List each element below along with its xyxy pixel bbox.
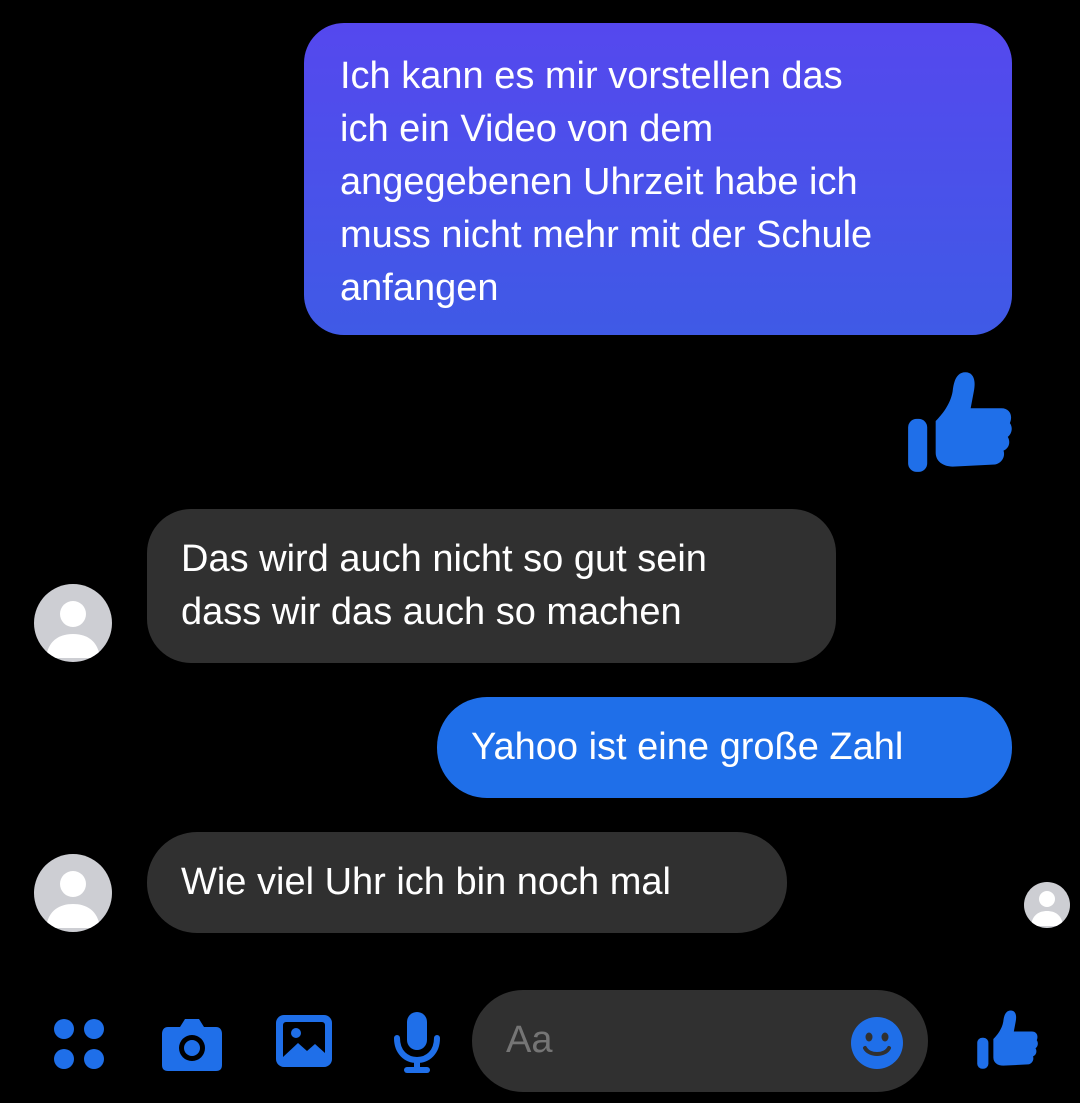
gallery-icon[interactable] (274, 1013, 334, 1069)
thumbs-up-icon (908, 372, 1012, 472)
message-input[interactable] (506, 1019, 826, 1062)
message-composer[interactable] (472, 990, 928, 1092)
sent-message-bubble[interactable]: Yahoo ist eine große Zahl (437, 697, 1012, 798)
apps-icon[interactable] (50, 1015, 110, 1075)
person-icon (46, 601, 100, 658)
microphone-icon[interactable] (392, 1010, 442, 1074)
received-message-bubble[interactable]: Das wird auch nicht so gut sein dass wir… (147, 509, 836, 663)
person-icon (46, 871, 100, 928)
emoji-icon[interactable] (850, 1016, 904, 1070)
sent-message-bubble[interactable]: Ich kann es mir vorstellen das ich ein V… (304, 23, 1012, 335)
avatar[interactable] (34, 584, 112, 662)
person-icon (1031, 891, 1063, 926)
avatar[interactable] (34, 854, 112, 932)
camera-icon[interactable] (160, 1013, 224, 1073)
seen-indicator-avatar (1024, 882, 1070, 928)
thumbs-up-icon[interactable] (976, 1008, 1038, 1070)
received-message-bubble[interactable]: Wie viel Uhr ich bin noch mal (147, 832, 787, 933)
